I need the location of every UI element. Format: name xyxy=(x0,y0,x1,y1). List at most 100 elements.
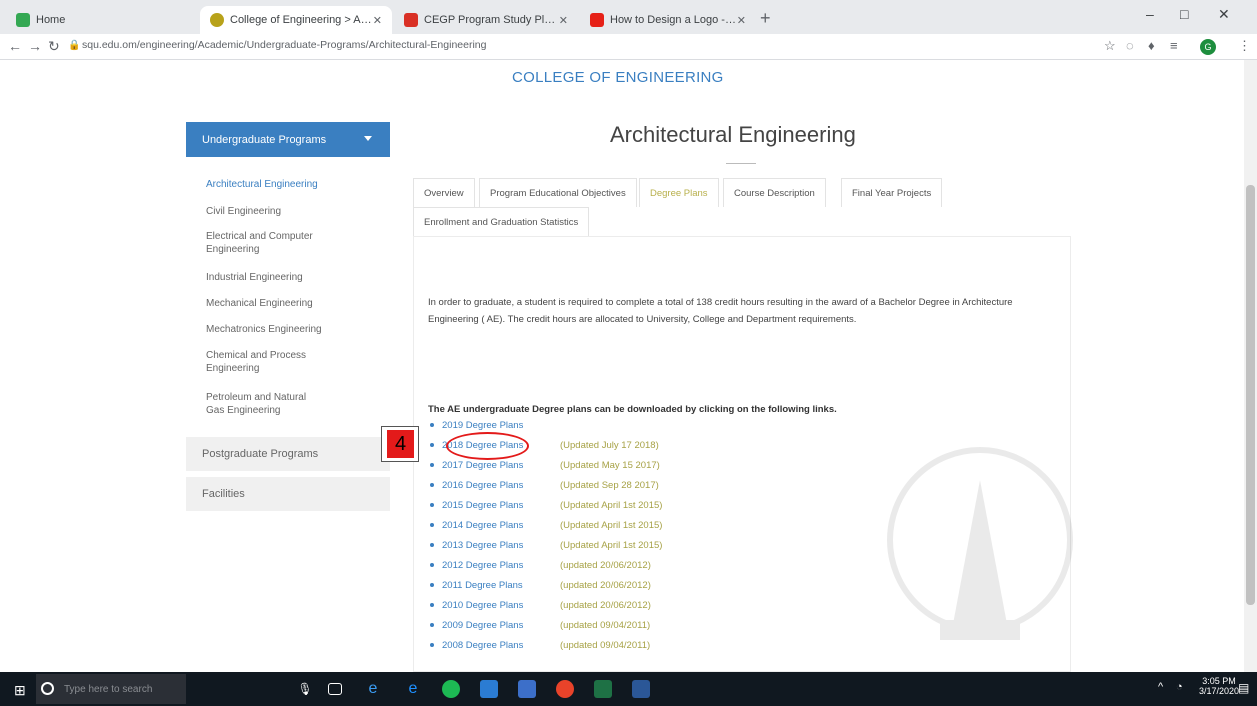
notification-icon[interactable]: ▤ xyxy=(1238,681,1249,695)
word-icon[interactable] xyxy=(632,680,650,698)
address-bar: ← → ↻ 🔒 squ.edu.om/engineering/Academic/… xyxy=(0,34,1257,60)
sidebar-item-mechanical[interactable]: Mechanical Engineering xyxy=(206,297,346,310)
sidebar-item-industrial[interactable]: Industrial Engineering xyxy=(206,271,346,284)
windows-taskbar: ⊞ Type here to search 🎙 e e ^ ◔ 3:05 PM … xyxy=(0,672,1257,706)
list-item: 2015 Degree Plans (Updated April 1st 2015… xyxy=(430,500,662,511)
forward-arrow-icon[interactable]: → xyxy=(28,38,42,54)
sidebar-item-petroleum[interactable]: Petroleum and Natural Gas Engineering xyxy=(206,391,326,417)
back-arrow-icon[interactable]: ← xyxy=(8,38,22,54)
degree-plan-link[interactable]: 2013 Degree Plans xyxy=(442,540,560,551)
tab-overview[interactable]: Overview xyxy=(413,178,475,207)
downloads-heading: The AE undergraduate Degree plans can be… xyxy=(428,404,837,415)
tab-enrollment-statistics[interactable]: Enrollment and Graduation Statistics xyxy=(413,207,590,236)
sidebar-item-architectural[interactable]: Architectural Engineering xyxy=(206,178,346,191)
clock[interactable]: 3:05 PM 3/17/2020 xyxy=(1199,676,1239,696)
degree-plan-link[interactable]: 2019 Degree Plans xyxy=(442,420,560,431)
browser-tab-cegp[interactable]: CEGP Program Study Plans - ... ✕ xyxy=(394,6,578,34)
list-item: 2016 Degree Plans (Updated Sep 28 2017) xyxy=(430,480,659,491)
degree-plan-link[interactable]: 2009 Degree Plans xyxy=(442,620,560,631)
bookmark-star-icon[interactable]: ☆ xyxy=(1104,38,1116,54)
cegp-favicon-icon xyxy=(404,13,418,27)
clock-date: 3/17/2020 xyxy=(1199,686,1240,696)
sidebar-undergraduate-header[interactable]: Undergraduate Programs xyxy=(186,122,390,157)
cortana-icon xyxy=(41,682,54,695)
mic-icon[interactable]: 🎙 xyxy=(296,680,314,698)
list-item: 2013 Degree Plans (Updated April 1st 2015… xyxy=(430,540,662,551)
step-number-badge: 4 xyxy=(387,430,414,458)
web-page: COLLEGE OF ENGINEERING Architectural Eng… xyxy=(0,60,1244,672)
page-title: Architectural Engineering xyxy=(610,122,856,147)
tab-degree-plans[interactable]: Degree Plans xyxy=(639,178,719,207)
home-favicon-icon xyxy=(16,13,30,27)
degree-plan-link[interactable]: 2012 Degree Plans xyxy=(442,560,560,571)
degree-plan-link[interactable]: 2015 Degree Plans xyxy=(442,500,560,511)
sidebar-header-label: Undergraduate Programs xyxy=(202,133,327,146)
tab-final-year-projects[interactable]: Final Year Projects xyxy=(841,178,943,207)
tab-course-description[interactable]: Course Description xyxy=(723,178,826,207)
files-icon[interactable] xyxy=(518,680,536,698)
internet-explorer-icon[interactable]: e xyxy=(404,680,422,698)
close-tab-icon[interactable]: ✕ xyxy=(373,14,382,27)
extension-icon[interactable]: ◌ xyxy=(1126,38,1134,53)
new-tab-button[interactable]: + xyxy=(760,8,771,29)
degree-plan-link[interactable]: 2010 Degree Plans xyxy=(442,600,560,611)
windows-start-icon[interactable]: ⊞ xyxy=(14,682,26,699)
list-item: 2014 Degree Plans (Updated April 1st 2015… xyxy=(430,520,662,531)
college-heading[interactable]: COLLEGE OF ENGINEERING xyxy=(512,69,724,86)
dropdown-caret-icon xyxy=(364,136,372,141)
scrollbar-thumb[interactable] xyxy=(1246,185,1255,605)
menu-icon[interactable]: ⋮ xyxy=(1238,38,1251,54)
list-item: 2009 Degree Plans (updated 09/04/2011) xyxy=(430,620,650,631)
search-placeholder: Type here to search xyxy=(64,683,153,695)
list-item: 2008 Degree Plans (updated 09/04/2011) xyxy=(430,640,650,651)
close-tab-icon[interactable]: ✕ xyxy=(559,14,568,27)
browser-tab-bar: Home College of Engineering > Academ ✕ C… xyxy=(0,0,1257,34)
maximize-button[interactable]: □ xyxy=(1180,6,1188,22)
url-field[interactable]: squ.edu.om/engineering/Academic/Undergra… xyxy=(82,39,486,51)
sidebar-item-chemical[interactable]: Chemical and Process Engineering xyxy=(206,349,326,375)
degree-plan-link[interactable]: 2011 Degree Plans xyxy=(442,580,560,591)
sidebar-item-electrical[interactable]: Electrical and Computer Engineering xyxy=(206,230,326,256)
profile-avatar[interactable]: G xyxy=(1200,39,1216,55)
network-icon[interactable]: ◔ xyxy=(1176,681,1183,693)
clock-time: 3:05 PM xyxy=(1202,676,1236,686)
minimize-button[interactable]: – xyxy=(1146,6,1154,22)
highlight-ellipse xyxy=(446,432,529,460)
media-icon[interactable]: ≡ xyxy=(1170,38,1178,53)
list-item: 2017 Degree Plans (Updated May 15 2017) xyxy=(430,460,660,471)
sidebar-postgraduate[interactable]: Postgraduate Programs xyxy=(186,437,390,471)
degree-plan-link[interactable]: 2016 Degree Plans xyxy=(442,480,560,491)
sidebar-item-mechatronics[interactable]: Mechatronics Engineering xyxy=(206,323,346,336)
close-tab-icon[interactable]: ✕ xyxy=(737,14,746,27)
window-close-button[interactable]: ✕ xyxy=(1218,6,1230,23)
page-scrollbar[interactable] xyxy=(1244,60,1257,672)
sidebar-item-civil[interactable]: Civil Engineering xyxy=(206,205,346,218)
reload-icon[interactable]: ↻ xyxy=(48,38,60,55)
youtube-favicon-icon xyxy=(590,13,604,27)
sidebar-facilities[interactable]: Facilities xyxy=(186,477,390,511)
tab-program-objectives[interactable]: Program Educational Objectives xyxy=(479,178,637,207)
taskbar-search-box[interactable]: Type here to search xyxy=(36,674,186,704)
list-item: 2019 Degree Plans xyxy=(430,420,560,431)
browser-tab-logo[interactable]: How to Design a Logo - Full ✕ xyxy=(580,6,756,34)
browser-tab-home[interactable]: Home xyxy=(6,6,170,34)
degree-plan-link[interactable]: 2008 Degree Plans xyxy=(442,640,560,651)
edge-legacy-icon[interactable]: e xyxy=(364,680,382,698)
excel-icon[interactable] xyxy=(594,680,612,698)
spotify-icon[interactable] xyxy=(442,680,460,698)
step-annotation-box: 4 xyxy=(381,426,419,462)
lock-icon: 🔒 xyxy=(68,40,81,51)
puzzle-icon[interactable]: ♦ xyxy=(1148,38,1155,53)
list-item: 2012 Degree Plans (updated 20/06/2012) xyxy=(430,560,651,571)
degree-plan-link[interactable]: 2017 Degree Plans xyxy=(442,460,560,471)
degree-plan-link[interactable]: 2014 Degree Plans xyxy=(442,520,560,531)
college-favicon-icon xyxy=(210,13,224,27)
university-logo-watermark xyxy=(887,447,1073,640)
list-item: 2010 Degree Plans (updated 20/06/2012) xyxy=(430,600,651,611)
intro-text: In order to graduate, a student is requi… xyxy=(428,297,1013,325)
tray-chevron-icon[interactable]: ^ xyxy=(1158,681,1163,693)
outlook-icon[interactable] xyxy=(480,680,498,698)
task-view-icon[interactable] xyxy=(328,683,342,695)
browser-tab-college[interactable]: College of Engineering > Academ ✕ xyxy=(200,6,392,34)
chrome-icon[interactable] xyxy=(556,680,574,698)
